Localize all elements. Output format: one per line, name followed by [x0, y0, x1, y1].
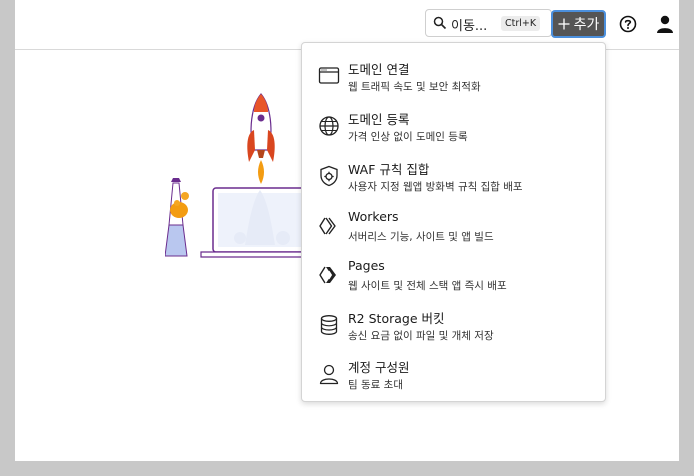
plus-icon — [558, 18, 570, 30]
menu-item-desc: 서버리스 기능, 사이트 및 앱 빌드 — [348, 231, 494, 243]
menu-item-register-domain[interactable]: 도메인 등록 가격 인상 없이 도메인 등록 — [302, 97, 605, 146]
menu-item-desc: 가격 인상 없이 도메인 등록 — [348, 131, 468, 143]
menu-item-title: 계정 구성원 — [348, 360, 410, 375]
add-button-label: 추가 — [573, 17, 600, 33]
add-dropdown-menu: 도메인 연결 웹 트래픽 속도 및 보안 최적화 도메인 등록 가격 인상 없이… — [301, 42, 606, 402]
menu-item-desc: 웹 사이트 및 전체 스택 앱 즉시 배포 — [348, 280, 507, 292]
rocket-laptop-illustration — [165, 93, 315, 258]
shield-gear-icon — [320, 165, 338, 187]
menu-item-connect-domain[interactable]: 도메인 연결 웹 트래픽 속도 및 보안 최적화 — [302, 47, 605, 96]
browser-window-icon — [318, 67, 340, 84]
add-button[interactable]: 추가 — [551, 10, 606, 38]
pages-icon — [319, 266, 336, 284]
app-window: 이동... Ctrl+K 추가 도메인 연결 웹 트래픽 속도 및 보안 최적화… — [15, 0, 679, 461]
search-icon — [433, 16, 447, 30]
menu-item-title: R2 Storage 버킷 — [348, 311, 445, 326]
menu-item-title: WAF 규칙 집합 — [348, 162, 430, 177]
user-icon[interactable] — [655, 14, 675, 34]
person-icon — [319, 364, 339, 385]
search-placeholder: 이동... — [451, 19, 488, 34]
menu-item-title: 도메인 등록 — [348, 112, 410, 127]
menu-item-desc: 웹 트래픽 속도 및 보안 최적화 — [348, 81, 481, 93]
search-box[interactable]: 이동... Ctrl+K — [425, 9, 552, 37]
menu-item-desc: 사용자 지정 웹앱 방화벽 규칙 집합 배포 — [348, 181, 523, 193]
menu-item-workers[interactable]: Workers 서버리스 기능, 사이트 및 앱 빌드 — [302, 197, 605, 246]
menu-item-desc: 송신 요금 없이 파일 및 개체 저장 — [348, 330, 494, 342]
menu-item-desc: 팀 동료 초대 — [348, 379, 403, 391]
menu-item-waf-ruleset[interactable]: WAF 규칙 집합 사용자 지정 웹앱 방화벽 규칙 집합 배포 — [302, 147, 605, 196]
menu-item-account-members[interactable]: 계정 구성원 팀 동료 초대 — [302, 345, 605, 394]
help-icon[interactable] — [619, 15, 637, 33]
workers-icon — [319, 217, 336, 235]
keyboard-shortcut: Ctrl+K — [501, 16, 541, 31]
menu-item-pages[interactable]: Pages 웹 사이트 및 전체 스택 앱 즉시 배포 — [302, 246, 605, 295]
menu-item-title: Pages — [348, 258, 385, 273]
menu-item-title: Workers — [348, 209, 399, 224]
globe-icon — [319, 116, 339, 136]
menu-item-r2-storage[interactable]: R2 Storage 버킷 송신 요금 없이 파일 및 개체 저장 — [302, 296, 605, 345]
menu-item-title: 도메인 연결 — [348, 62, 410, 77]
database-icon — [320, 315, 338, 335]
